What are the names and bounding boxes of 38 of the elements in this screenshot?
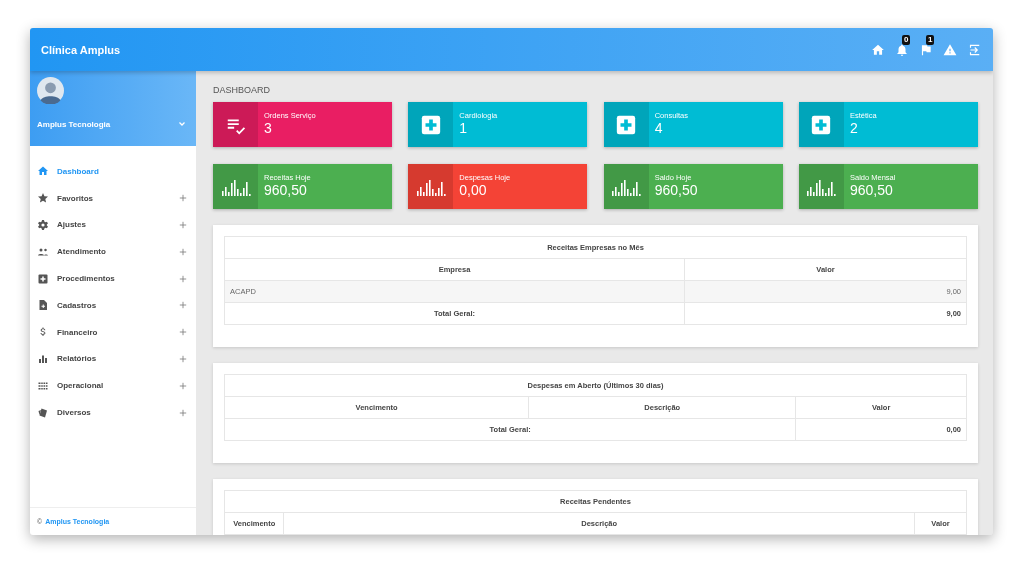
document-plus-icon — [37, 299, 49, 312]
card-value: 0,00 — [459, 182, 488, 198]
card-value: 1 — [459, 120, 469, 136]
card-value: 4 — [654, 120, 664, 136]
user-name: Amplus Tecnologia — [37, 119, 111, 129]
menu-item[interactable]: Favoritos — [30, 184, 196, 212]
card-value: 960,50 — [654, 182, 698, 198]
card-value: 2 — [850, 120, 859, 136]
flag-icon[interactable] — [919, 42, 933, 57]
menu-item[interactable]: Cadastros — [30, 292, 196, 319]
medical-cross-icon — [37, 272, 49, 285]
notification-badge: 0 — [902, 34, 911, 45]
notification-badge: 1 — [926, 34, 935, 45]
menu-item[interactable]: Relatórios — [30, 345, 196, 373]
menu-item[interactable]: Financeiro — [30, 318, 196, 346]
menu-item[interactable]: Operacional — [30, 372, 196, 400]
menu-item[interactable]: Ajustes — [30, 211, 196, 239]
page-title: DASHBOARD — [213, 85, 271, 95]
warning-icon[interactable] — [943, 42, 957, 57]
menu-item[interactable]: Atendimento — [30, 238, 196, 266]
star-icon — [37, 192, 49, 205]
home-icon — [37, 165, 49, 178]
home-icon[interactable] — [871, 42, 885, 57]
card-value: 3 — [264, 120, 273, 136]
app-title: Clínica Amplus — [41, 43, 121, 56]
medical-cross-icon — [615, 113, 638, 136]
menu-item[interactable]: Diversos — [30, 399, 196, 426]
bell-icon[interactable] — [895, 42, 909, 57]
medical-cross-icon — [419, 113, 442, 136]
exit-icon[interactable] — [967, 42, 981, 57]
card-value: 960,50 — [850, 182, 894, 198]
gear-icon — [37, 219, 49, 231]
menu-item[interactable]: Dashboard — [30, 158, 196, 185]
tags-icon — [37, 406, 49, 419]
card-value: 960,50 — [264, 182, 308, 198]
menu-item[interactable]: Procedimentos — [30, 265, 196, 292]
avatar — [37, 77, 64, 104]
medical-cross-icon — [810, 113, 833, 136]
